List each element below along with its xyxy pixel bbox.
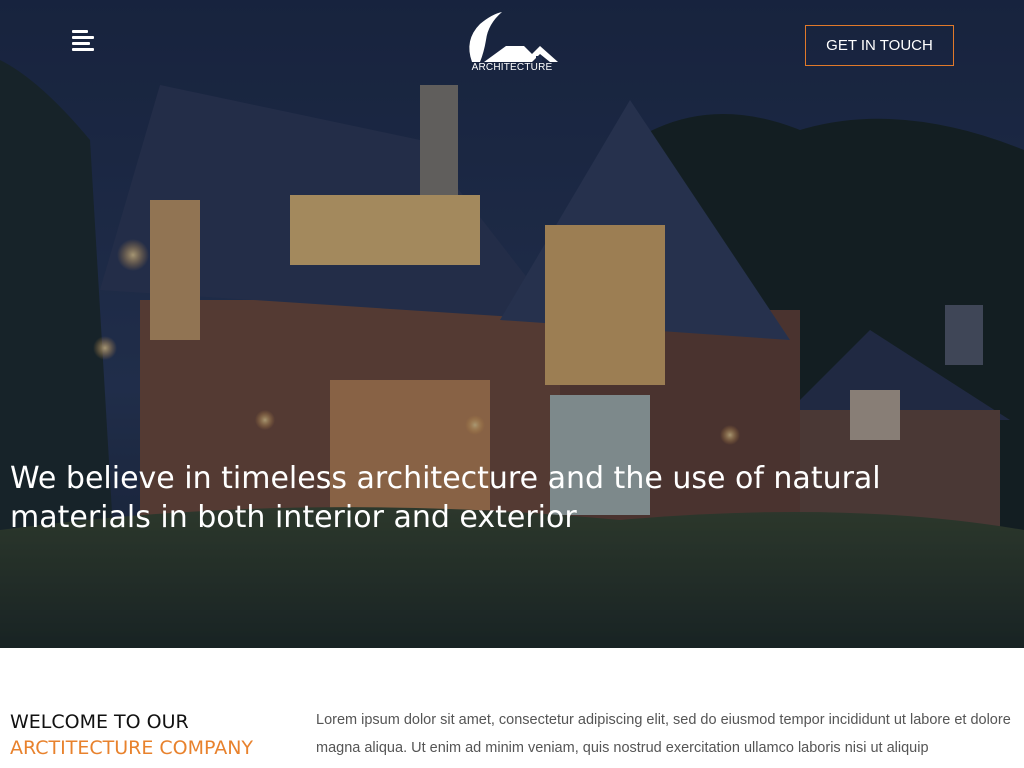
about-title-accent: ARCTITECTURE COMPANY — [10, 737, 254, 759]
hero-section: ARCHITECTURE GET IN TOUCH We believe in … — [0, 0, 1024, 648]
hero-house-image — [0, 0, 1024, 648]
about-title: WELCOME TO OUR ARCTITECTURE COMPANY — [10, 709, 270, 761]
get-in-touch-button[interactable]: GET IN TOUCH — [805, 25, 954, 66]
about-title-line: WELCOME TO OUR — [10, 711, 189, 733]
logo-text: ARCHITECTURE — [471, 62, 553, 73]
brand-logo[interactable]: ARCHITECTURE — [462, 10, 562, 76]
hero-headline: We believe in timeless architecture and … — [10, 461, 881, 535]
about-body-text: Lorem ipsum dolor sit amet, consectetur … — [316, 712, 1011, 756]
menu-icon[interactable] — [72, 30, 94, 52]
house-leaf-logo-icon — [469, 12, 558, 62]
about-section: WELCOME TO OUR ARCTITECTURE COMPANY Lore… — [0, 648, 1024, 768]
